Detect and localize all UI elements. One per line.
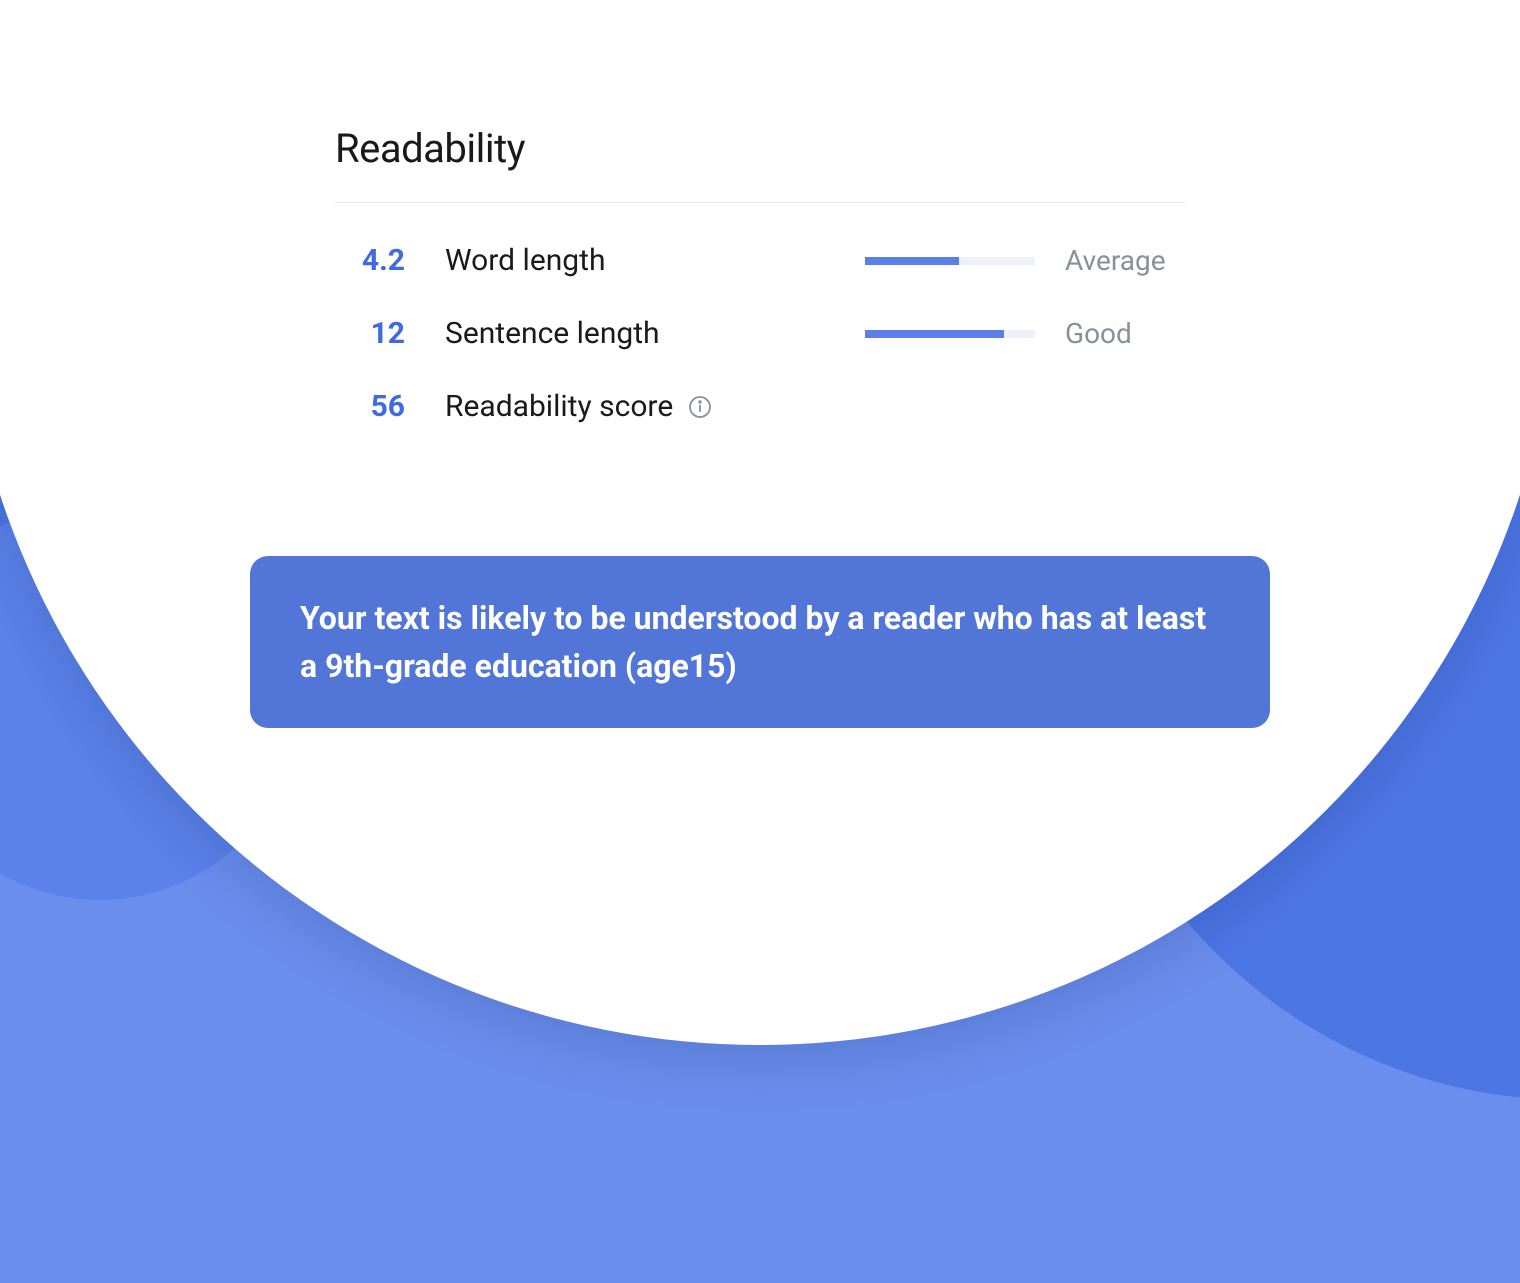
- summary-banner: Your text is likely to be understood by …: [250, 556, 1270, 728]
- metric-value: 56: [335, 389, 445, 424]
- metric-label: Readability score: [445, 389, 1185, 424]
- metric-row-word-length: 4.2 Word length Average: [335, 243, 1185, 278]
- metric-label-text: Readability score: [445, 389, 673, 424]
- info-icon[interactable]: [688, 395, 712, 419]
- readability-card: Readability 4.2 Word length Average 12 S…: [250, 65, 1270, 525]
- metric-value: 12: [335, 316, 445, 351]
- progress-track: [865, 257, 1035, 265]
- metric-label: Word length: [445, 243, 865, 278]
- metric-row-readability-score: 56 Readability score: [335, 389, 1185, 424]
- readability-card-wrapper: Readability 4.2 Word length Average 12 S…: [250, 65, 1270, 525]
- divider: [335, 202, 1185, 203]
- progress-fill: [865, 330, 1004, 338]
- metric-rating: Good: [1065, 317, 1185, 350]
- progress-track: [865, 330, 1035, 338]
- progress-fill: [865, 257, 959, 265]
- metric-value: 4.2: [335, 243, 445, 278]
- metric-rating: Average: [1065, 244, 1185, 277]
- card-title: Readability: [335, 125, 1185, 172]
- metric-row-sentence-length: 12 Sentence length Good: [335, 316, 1185, 351]
- metric-label: Sentence length: [445, 316, 865, 351]
